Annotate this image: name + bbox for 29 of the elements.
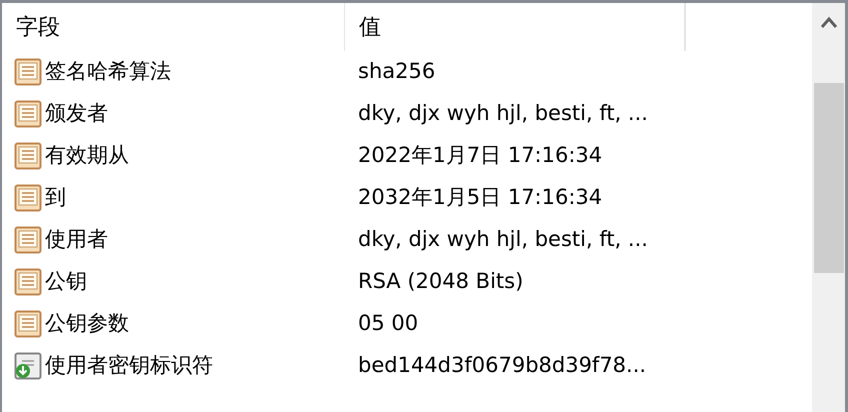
document-icon	[14, 184, 42, 212]
document-download-icon	[14, 352, 42, 380]
field-value: 05 00	[357, 310, 418, 338]
column-header[interactable]: 值	[345, 3, 686, 51]
field-name: 颁发者	[45, 100, 108, 128]
document-icon	[14, 310, 42, 338]
field-value: dky, djx wyh hjl, besti, ft, ...	[357, 100, 648, 128]
field-name: 使用者	[45, 226, 108, 254]
document-icon	[14, 226, 42, 254]
field-value: dky, djx wyh hjl, besti, ft, ...	[357, 226, 648, 254]
field-name: 到	[45, 184, 66, 212]
field-name: 使用者密钥标识符	[45, 352, 213, 380]
scrollbar[interactable]	[812, 3, 845, 412]
document-icon	[14, 268, 42, 296]
field-value: 2032年1月5日 17:16:34	[357, 184, 602, 212]
scroll-up-icon[interactable]	[820, 15, 836, 29]
field-name: 公钥参数	[45, 310, 129, 338]
field-name: 有效期从	[45, 142, 129, 170]
field-name: 签名哈希算法	[45, 58, 171, 86]
column-header[interactable]: 字段	[2, 3, 345, 51]
field-value: sha256	[357, 58, 436, 86]
scrollbar-thumb[interactable]	[814, 83, 844, 273]
field-value: bed144d3f0679b8d39f78...	[357, 352, 646, 380]
document-icon	[14, 142, 42, 170]
field-value: RSA (2048 Bits)	[357, 268, 524, 296]
document-icon	[14, 100, 42, 128]
document-icon	[14, 58, 42, 86]
field-value: 2022年1月7日 17:16:34	[357, 142, 602, 170]
field-name: 公钥	[45, 268, 87, 296]
